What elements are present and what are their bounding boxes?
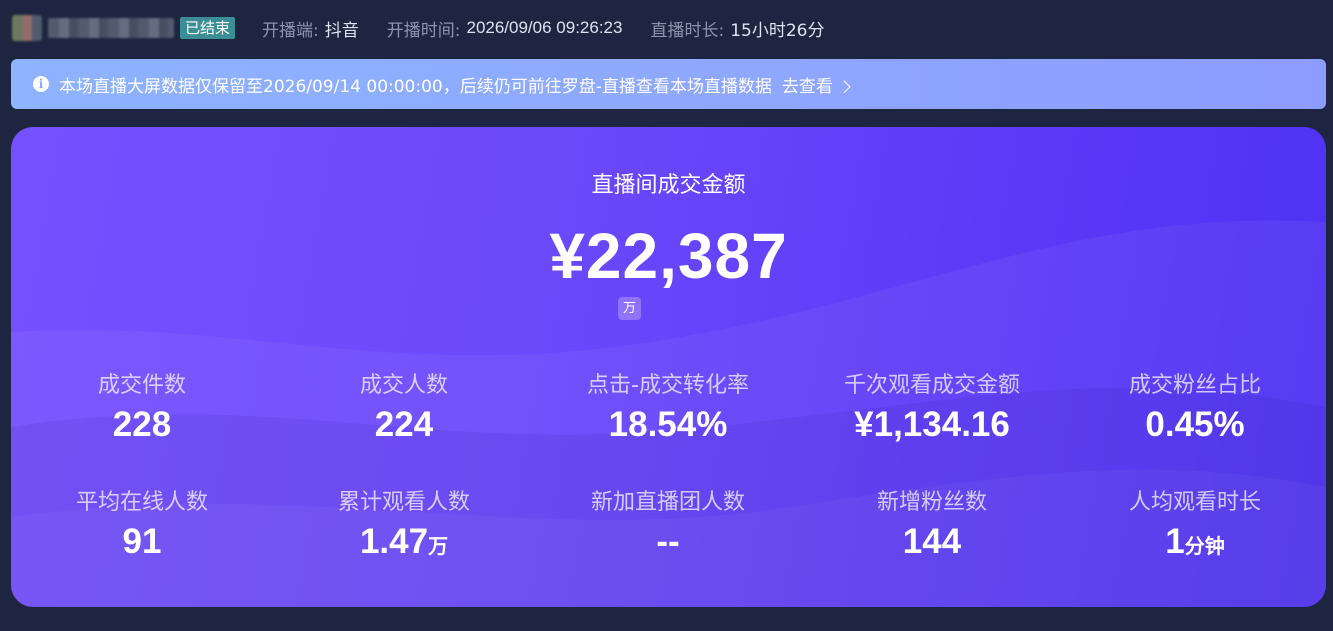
metric-avg-watch-time: 人均观看时长 1分钟 — [1065, 489, 1325, 567]
start-time-value: 2026/09/06 09:26:23 — [466, 18, 623, 37]
platform-label: 开播端: — [262, 20, 319, 41]
duration-label: 直播时长: — [650, 20, 725, 41]
chevron-right-icon[interactable] — [837, 79, 851, 93]
metric-click-conversion-rate: 点击-成交转化率 18.54% — [538, 372, 798, 450]
metric-value: 228 — [112, 405, 172, 444]
metric-value: ¥1,134.16 — [854, 405, 1010, 444]
metric-new-followers: 新增粉丝数 144 — [802, 489, 1062, 567]
duration-value: 15小时26分 — [730, 20, 825, 41]
metric-value: 1.47万 — [359, 522, 449, 561]
metric-new-fan-club: 新加直播团人数 -- — [538, 489, 798, 567]
metric-label: 成交件数 — [97, 373, 186, 398]
view-link-label[interactable]: 去查看 — [782, 77, 833, 97]
gmv-dashboard-card: 直播间成交金额 ¥22,387 万 成交件数 228 成交人数 224 点击-成… — [11, 127, 1326, 607]
gmv-title: 直播间成交金额 — [591, 173, 746, 198]
metric-gpm: 千次观看成交金额 ¥1,134.16 — [802, 372, 1062, 450]
metric-label: 千次观看成交金额 — [843, 373, 1020, 398]
start-time-label: 开播时间: — [386, 20, 461, 41]
metric-fan-buyer-ratio: 成交粉丝占比 0.45% — [1065, 372, 1325, 450]
metric-label: 成交人数 — [359, 373, 448, 398]
metric-order-count: 成交件数 228 — [12, 372, 272, 450]
metric-label: 新加直播团人数 — [590, 490, 745, 515]
metric-value: 18.54% — [608, 405, 728, 444]
metric-label: 新增粉丝数 — [876, 490, 987, 515]
unit-toggle-button[interactable]: 万 — [618, 297, 641, 320]
metric-avg-online: 平均在线人数 91 — [12, 489, 272, 567]
platform-value: 抖音 — [324, 20, 359, 41]
info-icon: i — [33, 76, 49, 92]
metric-value: -- — [656, 522, 680, 561]
metric-label: 平均在线人数 — [75, 490, 208, 515]
metric-label: 人均观看时长 — [1128, 490, 1261, 515]
metric-value: 0.45% — [1145, 405, 1245, 444]
metric-label: 点击-成交转化率 — [587, 373, 749, 398]
view-link[interactable]: 去查看 — [782, 72, 851, 97]
account-name-blurred — [48, 18, 174, 38]
metric-value: 1分钟 — [1165, 522, 1225, 561]
metric-value: 91 — [122, 522, 162, 561]
metric-label: 累计观看人数 — [337, 490, 470, 515]
data-retention-notice: i 本场直播大屏数据仅保留至2026/09/14 00:00:00，后续仍可前往… — [11, 59, 1326, 109]
metric-value: 224 — [374, 405, 434, 444]
notice-text: 本场直播大屏数据仅保留至2026/09/14 00:00:00，后续仍可前往罗盘… — [59, 76, 772, 97]
account-avatar[interactable] — [12, 15, 42, 41]
live-header: 已结束 开播端: 抖音 开播时间: 2026/09/06 09:26:23 直播… — [0, 0, 1333, 56]
metric-label: 成交粉丝占比 — [1128, 373, 1261, 398]
metric-value: 144 — [902, 522, 962, 561]
metric-buyer-count: 成交人数 224 — [274, 372, 534, 450]
gmv-value: ¥22,387 — [549, 220, 788, 292]
metric-total-viewers: 累计观看人数 1.47万 — [274, 489, 534, 567]
status-badge: 已结束 — [180, 17, 236, 39]
